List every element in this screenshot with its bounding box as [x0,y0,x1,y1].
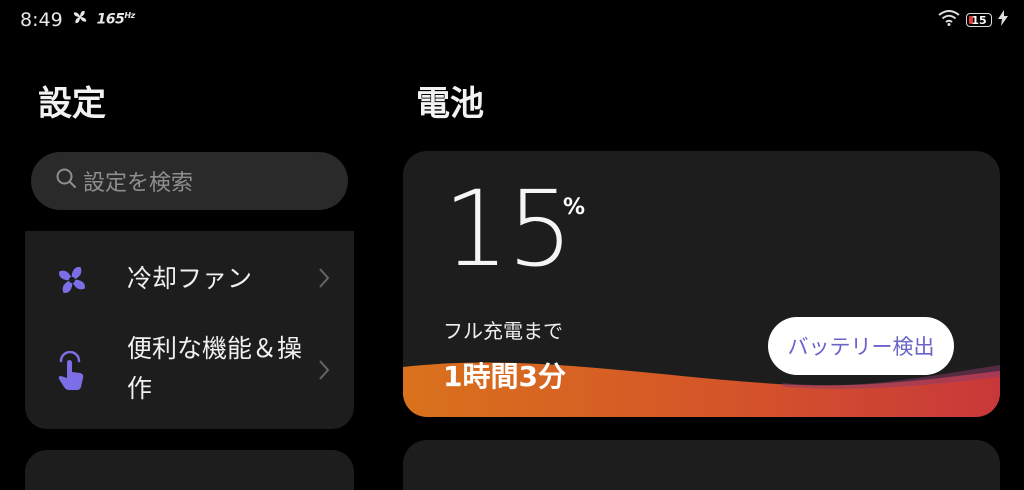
tap-gesture-icon [55,350,89,395]
settings-title: 設定 [38,84,106,124]
chevron-right-icon [318,267,330,293]
status-bar-right: 15 [938,10,1008,30]
refresh-rate: 165Hz [96,11,136,28]
battery-unit: % [563,195,586,220]
list-item-label: 便利な機能＆操作 [127,334,303,403]
search-icon [55,167,77,195]
chevron-right-icon [318,359,330,385]
settings-list: 冷却ファン 便利な機能＆操作 [25,231,354,429]
list-item-label: 冷却ファン [127,264,253,293]
next-battery-card [403,440,1000,490]
fan-icon [55,263,89,301]
next-settings-card [25,450,354,490]
charge-label: フル充電まで [443,319,563,343]
search-placeholder: 設定を検索 [83,171,194,196]
status-bar-left: 8:49 165Hz [20,8,135,31]
battery-status-icon: 15 [966,13,992,27]
list-item-cooling-fan[interactable]: 冷却ファン [25,251,354,307]
battery-check-button[interactable]: バッテリー検出 [768,317,954,375]
battery-level: 15 [443,168,573,290]
list-item-convenience-features[interactable]: 便利な機能＆操作 [25,329,354,413]
charging-bolt-icon [998,10,1008,30]
charge-time: 1時間3分 [443,360,566,393]
fan-status-icon [71,8,89,31]
battery-title: 電池 [416,84,484,124]
battery-card: 15 % フル充電まで 1時間3分 バッテリー検出 [403,151,1000,417]
clock: 8:49 [20,8,63,31]
search-bar[interactable]: 設定を検索 [31,152,348,210]
wifi-icon [938,10,960,30]
